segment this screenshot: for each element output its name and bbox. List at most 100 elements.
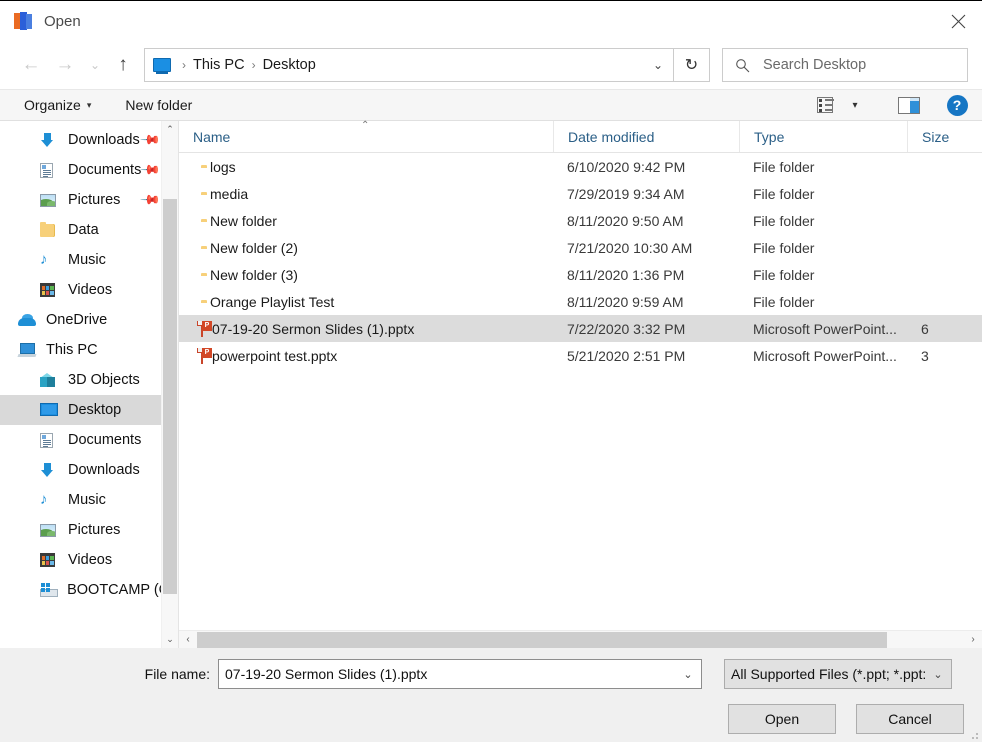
help-glyph: ? [946, 94, 968, 116]
close-icon[interactable] [934, 1, 982, 41]
file-date-cell: 7/21/2020 10:30 AM [567, 239, 693, 256]
open-button[interactable]: Open [728, 704, 836, 734]
table-row[interactable]: Ppowerpoint test.pptx 5/21/2020 2:51 PM Mi… [179, 342, 982, 369]
table-row[interactable]: Orange Playlist Test 8/11/2020 9:59 AM Fil… [179, 288, 982, 315]
filename-input[interactable]: 07-19-20 Sermon Slides (1).pptx ⌄ [218, 659, 702, 689]
hscroll-track[interactable] [197, 631, 964, 649]
pin-icon[interactable]: 📌 [139, 159, 161, 182]
sidebar-item-videos[interactable]: Videos [0, 545, 178, 575]
breadcrumb-item-this-pc[interactable]: This PC [193, 57, 245, 73]
sidebar-item-icon [40, 221, 62, 237]
column-header-name-label: Name [193, 128, 231, 145]
help-icon[interactable]: ? [942, 92, 972, 118]
sidebar-item-label: Downloads [68, 132, 140, 148]
sidebar-item-onedrive[interactable]: OneDrive [0, 305, 178, 335]
document-icon [40, 432, 53, 448]
chevron-down-icon[interactable]: ⌄ [675, 668, 701, 681]
table-row[interactable]: media 7/29/2019 9:34 AM File folder [179, 180, 982, 207]
pin-icon[interactable]: 📌 [139, 129, 161, 152]
hscroll-thumb[interactable] [197, 631, 887, 648]
file-name-label: 07-19-20 Sermon Slides (1).pptx [212, 320, 415, 337]
sidebar-item-pictures[interactable]: Pictures 📌 [0, 185, 178, 215]
sidebar-item-label: OneDrive [46, 312, 108, 328]
recent-locations-button[interactable]: ⌄ [82, 49, 108, 81]
folder-icon [40, 221, 55, 237]
table-row[interactable]: P 07-19-20 Sermon Slides (1).pptx 7/22/202… [179, 315, 982, 342]
file-date-cell: 6/10/2020 9:42 PM [567, 158, 686, 175]
view-options-icon[interactable] [810, 92, 840, 118]
cancel-button[interactable]: Cancel [856, 704, 964, 734]
sidebar-scroll-thumb[interactable] [163, 199, 177, 594]
file-type-cell: File folder [753, 158, 815, 175]
computer-icon [17, 343, 37, 357]
powerpoint-icon: P [197, 320, 212, 337]
picture-icon [40, 523, 56, 537]
sidebar-item-videos[interactable]: Videos [0, 275, 178, 305]
sidebar-scrollbar[interactable]: ⌃ ⌄ [161, 121, 178, 648]
powerpoint-icon [14, 12, 34, 30]
column-header-name[interactable]: Name ⌃ [179, 120, 553, 152]
document-icon [40, 162, 53, 178]
sidebar-item-documents[interactable]: Documents [0, 425, 178, 455]
view-options-caret-icon[interactable]: ▾ [840, 92, 870, 118]
video-icon [40, 553, 55, 567]
sidebar-item-bootcamp-c[interactable]: BOOTCAMP (C:) [0, 575, 178, 605]
sidebar-item-icon [40, 553, 62, 567]
sidebar-item-pictures[interactable]: Pictures [0, 515, 178, 545]
pin-icon[interactable]: 📌 [139, 189, 161, 212]
scroll-right-icon[interactable]: › [964, 634, 982, 645]
cloud-icon [18, 314, 36, 326]
table-row[interactable]: New folder (2) 7/21/2020 10:30 AM File fol… [179, 234, 982, 261]
scroll-left-icon[interactable]: ‹ [179, 634, 197, 645]
scroll-down-icon[interactable]: ⌄ [162, 631, 178, 648]
sidebar-item-downloads[interactable]: Downloads 📌 [0, 125, 178, 155]
table-row[interactable]: New folder 8/11/2020 9:50 AM File folder [179, 207, 982, 234]
sidebar-item-this-pc[interactable]: This PC [0, 335, 178, 365]
sidebar-item-icon: ♪ [40, 492, 62, 508]
desktop-icon [40, 403, 58, 417]
file-type-cell: File folder [753, 212, 815, 229]
new-folder-button[interactable]: New folder [117, 97, 200, 113]
file-type-filter-value: All Supported Files (*.ppt; *.ppt: [731, 666, 925, 682]
organize-button[interactable]: Organize ▾ [16, 97, 99, 113]
file-name-cell: P 07-19-20 Sermon Slides (1).pptx [179, 320, 553, 337]
breadcrumb-item-desktop[interactable]: Desktop [263, 57, 316, 73]
file-type-filter-dropdown[interactable]: All Supported Files (*.ppt; *.ppt: ⌄ [724, 659, 952, 689]
resize-grip[interactable] [968, 729, 978, 739]
file-date-cell: 8/11/2020 9:59 AM [567, 293, 684, 310]
forward-button[interactable]: → [48, 49, 82, 81]
column-header-date-modified[interactable]: Date modified [553, 121, 739, 152]
sidebar-item-icon [17, 343, 40, 357]
sidebar-item-music[interactable]: ♪ Music [0, 245, 178, 275]
refresh-icon[interactable]: ↻ [674, 48, 710, 82]
sidebar-item-documents[interactable]: Documents 📌 [0, 155, 178, 185]
sidebar-item-downloads[interactable]: Downloads [0, 455, 178, 485]
navigation-bar: ← → ⌄ ↑ › This PC › Desktop ⌄ ↻ Search D… [0, 41, 982, 89]
sidebar-item-label: This PC [46, 342, 98, 358]
search-input[interactable]: Search Desktop [722, 48, 968, 82]
file-type-cell: File folder [753, 266, 815, 283]
table-row[interactable]: New folder (3) 8/11/2020 1:36 PM File fold… [179, 261, 982, 288]
back-button[interactable]: ← [14, 49, 48, 81]
chevron-down-icon[interactable]: ⌄ [643, 49, 673, 81]
sidebar-item-label: Data [68, 222, 99, 238]
sidebar-item-music[interactable]: ♪ Music [0, 485, 178, 515]
sidebar-item-3d-objects[interactable]: 3D Objects [0, 365, 178, 395]
sidebar-item-desktop[interactable]: Desktop [0, 395, 178, 425]
table-row[interactable]: logs 6/10/2020 9:42 PM File folder [179, 153, 982, 180]
preview-pane-icon[interactable] [894, 92, 924, 118]
file-list[interactable]: logs 6/10/2020 9:42 PM File folder media 7/2… [179, 153, 982, 630]
sidebar-item-icon [40, 372, 62, 388]
download-icon [40, 132, 55, 148]
title-bar: Open [0, 1, 982, 41]
column-header-size[interactable]: Size [907, 121, 982, 152]
sidebar-item-label: Documents [68, 432, 142, 448]
horizontal-scrollbar[interactable]: ‹ › [179, 630, 982, 648]
file-name-cell: New folder (3) [179, 267, 553, 283]
up-button[interactable]: ↑ [108, 49, 138, 81]
sidebar-item-label: 3D Objects [68, 372, 140, 388]
column-header-type[interactable]: Type [739, 121, 907, 152]
breadcrumb[interactable]: › This PC › Desktop ⌄ [144, 48, 674, 82]
sidebar-item-data[interactable]: Data [0, 215, 178, 245]
scroll-up-icon[interactable]: ⌃ [162, 121, 178, 138]
